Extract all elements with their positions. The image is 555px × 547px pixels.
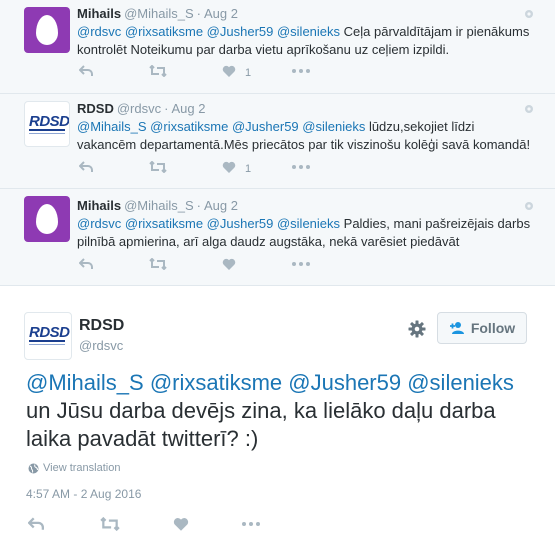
heart-icon[interactable] bbox=[173, 517, 189, 532]
avatar[interactable]: RDSD bbox=[24, 101, 70, 147]
mentions[interactable]: @Mihails_S @rixsatiksme @Jusher59 @silen… bbox=[26, 370, 514, 395]
tweet-date[interactable]: Aug 2 bbox=[204, 198, 238, 213]
tweet-actions bbox=[77, 258, 317, 274]
avatar[interactable] bbox=[24, 7, 70, 53]
heart-icon[interactable] bbox=[222, 258, 236, 271]
user-handle[interactable]: @Mihails_S bbox=[124, 198, 194, 213]
more-icon[interactable] bbox=[292, 262, 310, 266]
more-icon[interactable] bbox=[242, 522, 260, 526]
reply-icon[interactable] bbox=[79, 161, 93, 173]
rdsd-logo: RDSD bbox=[29, 324, 70, 341]
tweet-date[interactable]: Aug 2 bbox=[171, 101, 205, 116]
tweet-text: @rdsvc @rixsatiksme @Jusher59 @silenieks… bbox=[77, 216, 531, 249]
globe-icon bbox=[28, 463, 39, 473]
main-tweet: RDSD RDSD @rdsvc Follow @Mihails_S @rixs… bbox=[0, 290, 555, 547]
thread-tweet[interactable]: Mihails @Mihails_S · Aug 2 @rdsvc @rixsatik… bbox=[0, 189, 555, 286]
user-handle[interactable]: @Mihails_S bbox=[124, 6, 194, 21]
tweet-date[interactable]: Aug 2 bbox=[204, 6, 238, 21]
heart-icon[interactable] bbox=[222, 65, 236, 78]
more-icon[interactable] bbox=[292, 165, 310, 169]
user-name[interactable]: RDSD bbox=[77, 101, 114, 116]
follow-button[interactable]: Follow bbox=[437, 312, 527, 344]
user-handle[interactable]: @rdsvc bbox=[79, 338, 123, 353]
retweet-icon[interactable] bbox=[149, 161, 167, 173]
tweet-header: Mihails @Mihails_S · Aug 2 bbox=[77, 198, 238, 213]
user-name[interactable]: Mihails bbox=[77, 198, 121, 213]
like-count: 1 bbox=[245, 67, 252, 79]
follow-person-icon bbox=[449, 322, 464, 334]
thread-tweet[interactable]: RDSD RDSD @rdsvc · Aug 2 @Mihails_S @rixsat… bbox=[0, 94, 555, 189]
tweet-header: Mihails @Mihails_S · Aug 2 bbox=[77, 6, 238, 21]
tweet-text: @rdsvc @rixsatiksme @Jusher59 @silenieks… bbox=[77, 24, 530, 57]
follow-label: Follow bbox=[470, 320, 516, 336]
reply-icon[interactable] bbox=[28, 517, 44, 531]
tweet-actions: 1 bbox=[77, 65, 317, 81]
more-icon[interactable] bbox=[292, 69, 310, 73]
thread-tweet[interactable]: Mihails @Mihails_S · Aug 2 @rdsvc @rixsatik… bbox=[0, 0, 555, 94]
user-handle[interactable]: @rdsvc bbox=[117, 101, 161, 116]
reply-icon[interactable] bbox=[79, 65, 93, 77]
avatar[interactable] bbox=[24, 196, 70, 242]
gear-icon[interactable] bbox=[523, 8, 535, 20]
user-name[interactable]: Mihails bbox=[77, 6, 121, 21]
user-name[interactable]: RDSD bbox=[79, 317, 124, 335]
retweet-icon[interactable] bbox=[100, 517, 120, 531]
mentions[interactable]: @rdsvc @rixsatiksme @Jusher59 @silenieks bbox=[77, 216, 340, 231]
gear-icon[interactable] bbox=[523, 200, 535, 212]
view-translation-link[interactable]: View translation bbox=[28, 462, 120, 474]
tweet-text: @Mihails_S @rixsatiksme @Jusher59 @silen… bbox=[26, 370, 514, 451]
gear-icon[interactable] bbox=[523, 103, 535, 115]
mentions[interactable]: @Mihails_S @rixsatiksme @Jusher59 @silen… bbox=[77, 119, 365, 134]
rdsd-logo: RDSD bbox=[29, 113, 70, 130]
tweet-text: @Mihails_S @rixsatiksme @Jusher59 @silen… bbox=[77, 119, 531, 152]
like-count: 1 bbox=[245, 163, 252, 175]
retweet-icon[interactable] bbox=[149, 258, 167, 270]
conversation-thread: Mihails @Mihails_S · Aug 2 @rdsvc @rixsatik… bbox=[0, 0, 555, 286]
avatar[interactable]: RDSD bbox=[24, 312, 72, 360]
gear-icon[interactable] bbox=[408, 320, 426, 338]
reply-icon[interactable] bbox=[79, 258, 93, 270]
retweet-icon[interactable] bbox=[149, 65, 167, 77]
heart-icon[interactable] bbox=[222, 161, 236, 174]
tweet-timestamp[interactable]: 4:57 AM - 2 Aug 2016 bbox=[26, 487, 141, 501]
tweet-actions: 1 bbox=[77, 161, 317, 177]
mentions[interactable]: @rdsvc @rixsatiksme @Jusher59 @silenieks bbox=[77, 24, 340, 39]
tweet-actions bbox=[26, 517, 286, 535]
tweet-header: RDSD @rdsvc · Aug 2 bbox=[77, 101, 206, 116]
